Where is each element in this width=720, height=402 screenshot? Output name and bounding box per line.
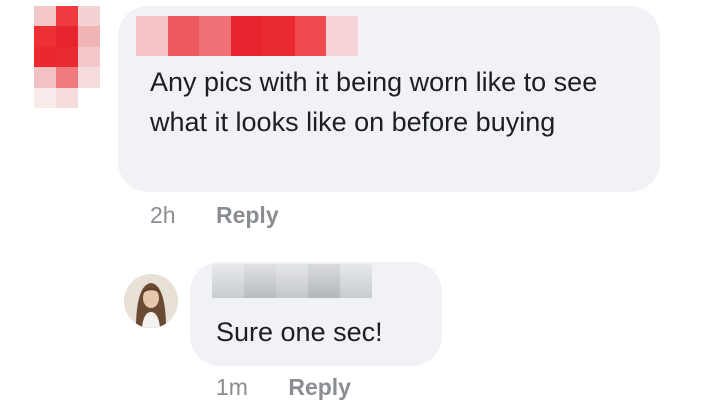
comment-text: Any pics with it being worn like to see … <box>150 67 598 137</box>
comment-meta: 2h Reply <box>150 202 279 229</box>
reply-meta: 1m Reply <box>216 374 351 401</box>
profile-photo-icon <box>124 274 178 328</box>
reply-button[interactable]: Reply <box>216 202 279 228</box>
avatar-redacted[interactable] <box>34 6 100 108</box>
reply-timestamp: 1m <box>216 374 248 400</box>
commenter-name-redacted[interactable] <box>136 16 358 56</box>
replier-name-redacted[interactable] <box>212 264 372 298</box>
replier-avatar[interactable] <box>124 274 178 328</box>
reply-text: Sure one sec! <box>216 317 383 347</box>
reply-to-reply-button[interactable]: Reply <box>288 374 351 400</box>
comment-timestamp: 2h <box>150 202 176 228</box>
